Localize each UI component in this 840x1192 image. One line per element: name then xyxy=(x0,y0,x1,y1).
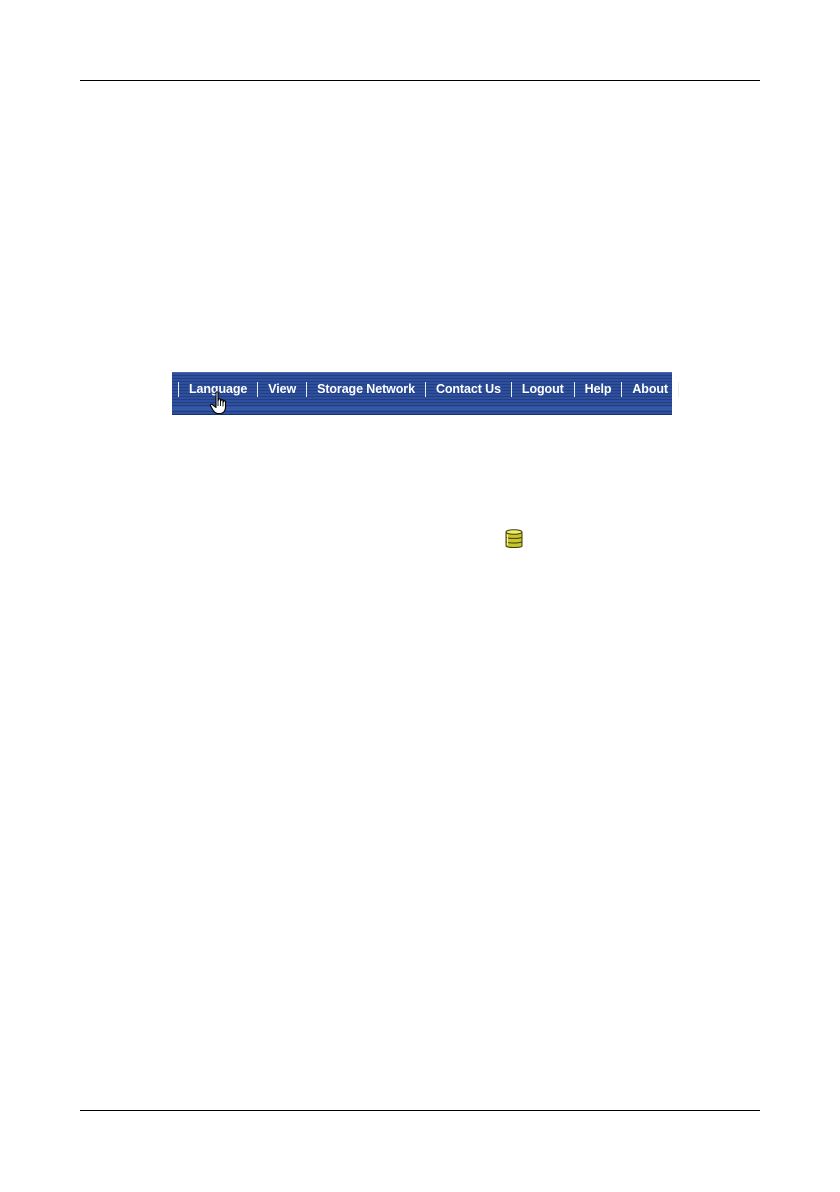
menu-view[interactable]: View xyxy=(258,379,306,399)
menu-separator xyxy=(677,381,679,397)
menu-logout[interactable]: Logout xyxy=(512,379,574,399)
menu-about[interactable]: About xyxy=(622,379,678,399)
menu-storage-network[interactable]: Storage Network xyxy=(307,379,425,399)
menu-contact-us[interactable]: Contact Us xyxy=(426,379,511,399)
header-rule xyxy=(80,80,760,81)
hand-pointer-icon xyxy=(209,391,227,415)
menu-bar: Language View Storage Network Contact Us… xyxy=(172,379,679,399)
footer-rule xyxy=(80,1110,760,1111)
storage-database-icon xyxy=(505,529,523,548)
menu-bar-screenshot: Language View Storage Network Contact Us… xyxy=(172,372,679,415)
menu-help[interactable]: Help xyxy=(575,379,622,399)
